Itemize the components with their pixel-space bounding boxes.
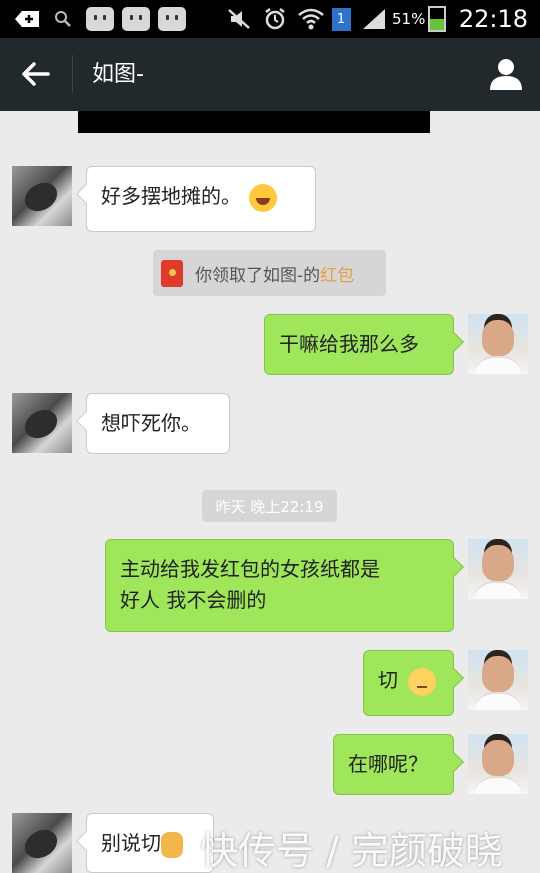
chat-header: 如图- [0,38,540,111]
my-avatar[interactable] [468,650,528,710]
message-bubble-outgoing[interactable]: 干嘛给我那么多 [264,314,454,375]
sim-icon: 1 [330,0,352,38]
chat-title: 如图- [92,62,144,87]
wifi-icon [296,0,326,38]
message-text: 在哪呢？ [348,752,428,776]
back-arrow-icon [22,62,50,86]
app-notification-icon [86,0,114,38]
message-bubble-outgoing[interactable]: 切 [363,650,454,716]
message-bubble-incoming[interactable]: 别说切 [86,813,214,873]
search-icon [52,0,74,38]
watermark: 快传号 / 完颜破晓 [200,829,503,873]
timestamp: 昨天 晚上22:19 [202,490,337,522]
my-avatar[interactable] [468,314,528,374]
red-packet-link[interactable]: 红包 [320,261,354,286]
message-text-line: 好人 我不会删的 [120,588,267,612]
message-bubble-outgoing[interactable]: 在哪呢？ [333,734,454,795]
clock: 22:18 [458,5,528,33]
status-bar: 1 51% 22:18 [0,0,540,38]
signal-icon [360,0,388,38]
battery-icon [427,0,447,38]
message-text: 想吓死你。 [101,411,201,435]
app-notification-icon [122,0,150,38]
chat-info-button[interactable] [486,54,526,94]
message-bubble-incoming[interactable]: 好多摆地摊的。 [86,166,316,232]
message-text: 干嘛给我那么多 [279,332,419,356]
app-notification-icon [158,0,186,38]
message-text: 切 [378,668,398,692]
redacted-banner [78,111,430,133]
my-avatar[interactable] [468,734,528,794]
message-text: 好多摆地摊的。 [101,184,241,208]
alarm-icon [262,0,288,38]
my-avatar[interactable] [468,539,528,599]
back-button[interactable] [12,52,60,96]
contact-avatar[interactable] [12,166,72,226]
contact-avatar[interactable] [12,393,72,453]
contact-avatar[interactable] [12,813,72,873]
message-bubble-incoming[interactable]: 想吓死你。 [86,393,230,454]
unamused-emoji-icon [408,667,436,696]
usb-icon [12,0,42,38]
red-packet-icon [161,259,183,287]
header-divider [72,55,73,93]
waving-hand-emoji-icon [161,831,183,858]
notice-text: 你领取了如图-的 [195,265,321,286]
person-icon [490,59,522,90]
message-text-line: 主动给我发红包的女孩纸都是 [120,557,380,581]
laughing-emoji-icon [249,183,277,212]
message-text: 别说切 [101,831,161,855]
mute-icon [226,0,252,38]
battery-percent: 51% [392,10,426,28]
message-bubble-outgoing[interactable]: 主动给我发红包的女孩纸都是 好人 我不会删的 [105,539,454,632]
red-packet-notice: 你领取了如图-的 红包 [153,250,386,296]
